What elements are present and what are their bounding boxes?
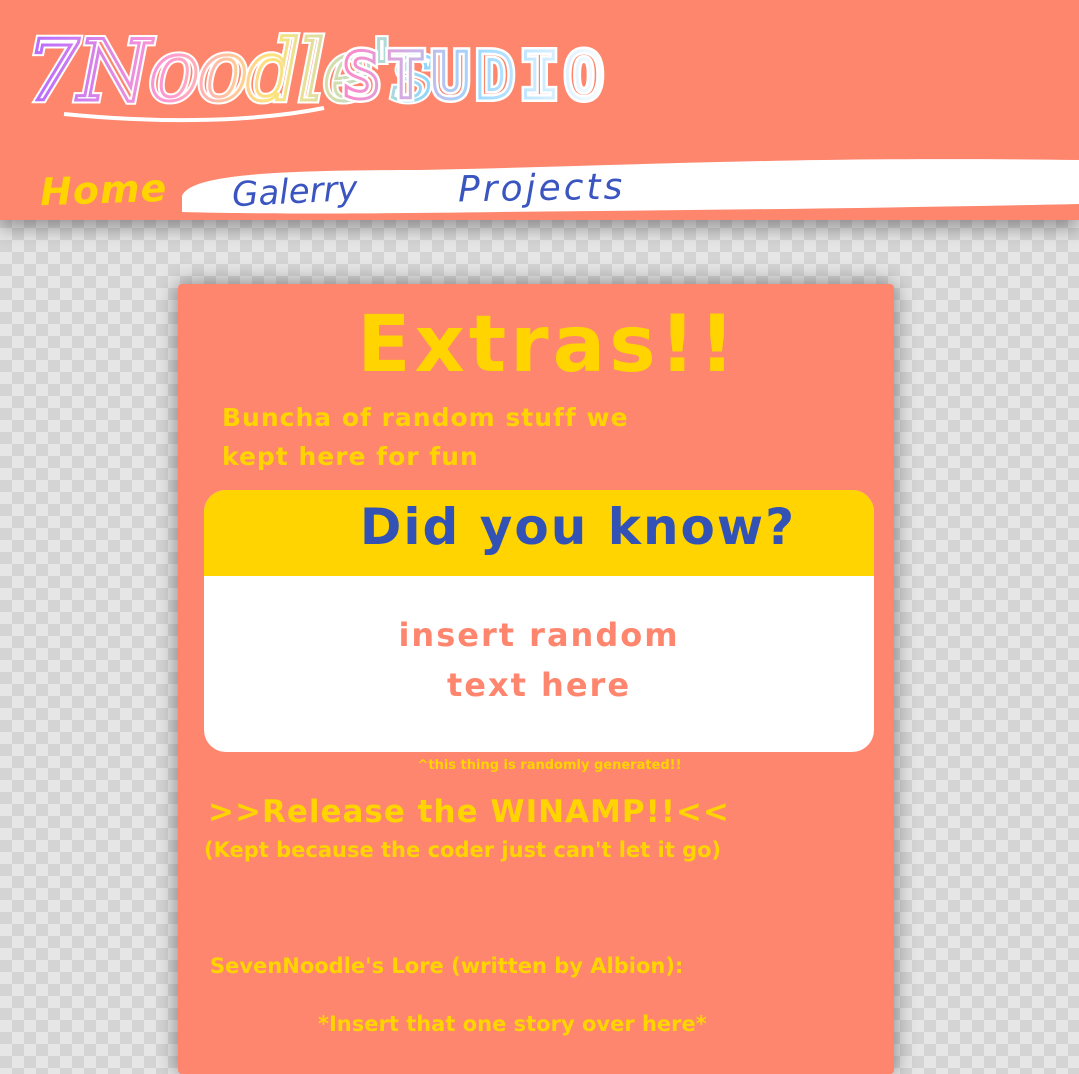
nav-home-link[interactable]: Home <box>39 166 168 214</box>
site-logo[interactable]: 7Noodle's 7Noodle's STUDIO STUDIO <box>24 14 664 134</box>
lore-text: *Insert that one story over here* <box>318 1012 707 1036</box>
subtitle-line-2: kept here for fun <box>222 442 479 471</box>
site-header: 7Noodle's 7Noodle's STUDIO STUDIO Home G… <box>0 0 1079 220</box>
page-title: Extras!! <box>357 300 739 390</box>
subtitle-line-1: Buncha of random stuff we <box>222 403 629 432</box>
winamp-note: (Kept because the coder just can't let i… <box>204 838 722 862</box>
card-note: ^this thing is randomly generated!! <box>417 758 682 773</box>
page-subtitle: Buncha of random stuff we kept here for … <box>222 398 702 476</box>
did-you-know-card: Did you know? insert random text here <box>204 490 874 752</box>
svg-text:STUDIO: STUDIO <box>342 40 609 114</box>
nav-projects-link[interactable]: Projects <box>458 167 626 211</box>
card-random-text: insert random text here <box>204 576 874 710</box>
winamp-link[interactable]: >>Release the WINAMP!!<< <box>208 794 730 830</box>
card-text-line-2: text here <box>446 666 632 704</box>
nav-gallery-link[interactable]: Galerry <box>231 169 359 216</box>
card-header: Did you know? <box>204 490 874 576</box>
card-text-line-1: insert random <box>398 616 680 654</box>
lore-heading: SevenNoodle's Lore (written by Albion): <box>210 954 684 978</box>
card-title: Did you know? <box>359 498 797 556</box>
